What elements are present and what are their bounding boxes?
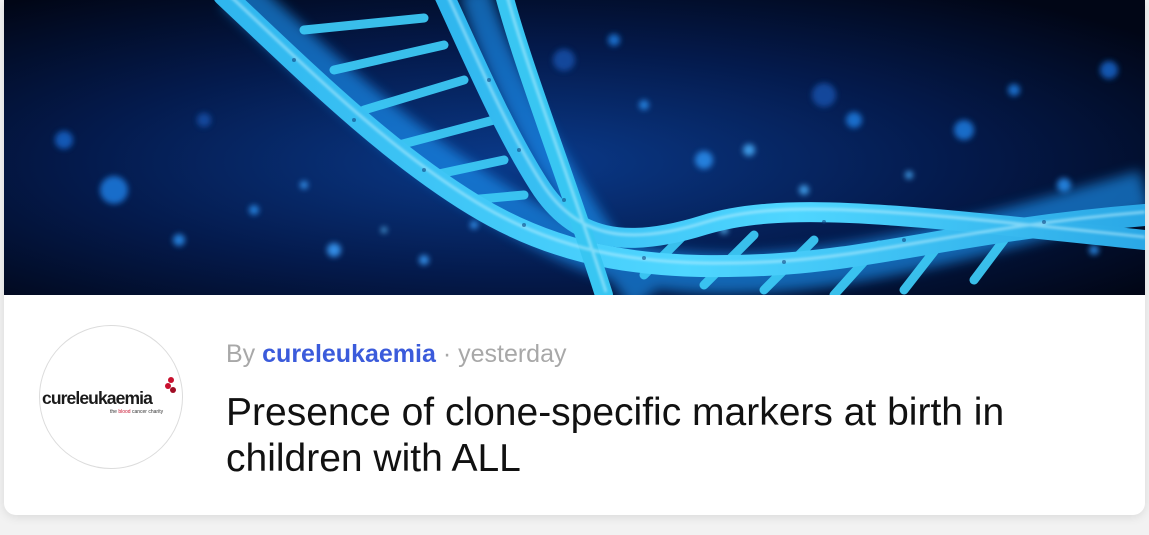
meta-separator: · [442, 340, 452, 368]
by-label: By [226, 340, 256, 368]
post-time: yesterday [458, 340, 567, 368]
author-avatar[interactable]: cureleukaemia the blood cancer charity [39, 325, 183, 469]
post-meta: By cureleukaemia · yesterday [226, 340, 566, 369]
blood-drops-icon [165, 377, 176, 393]
avatar-logo-text: cureleukaemia [42, 388, 153, 408]
hero-image-dna-helix[interactable] [4, 0, 1145, 295]
author-link[interactable]: cureleukaemia [262, 340, 436, 368]
avatar-logo-tagline: the blood cancer charity [110, 409, 164, 415]
post-card[interactable]: cureleukaemia the blood cancer charity B… [4, 0, 1145, 515]
post-title[interactable]: Presence of clone-specific markers at bi… [226, 390, 1126, 482]
dna-helix-illustration [4, 0, 1145, 295]
